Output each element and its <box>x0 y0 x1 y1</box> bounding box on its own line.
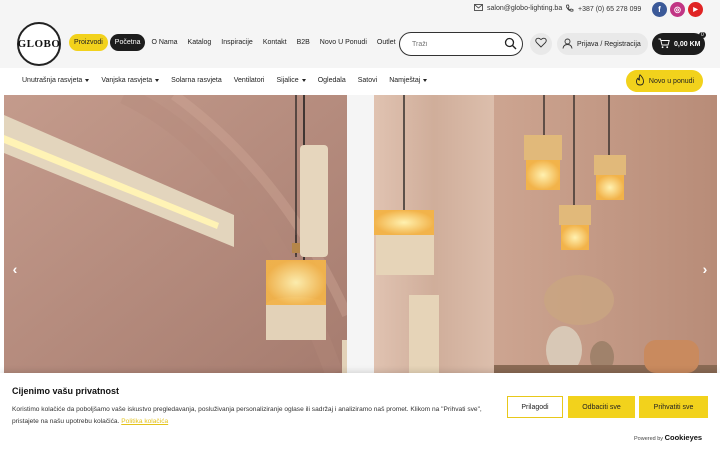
category-unutrasnja-rasvjeta[interactable]: Unutrašnja rasvjeta <box>22 77 90 84</box>
chevron-down-icon <box>301 79 306 82</box>
top-bar: salon@globo-lighting.ba +387 (0) 65 278 … <box>0 0 720 20</box>
search-box <box>399 32 523 56</box>
instagram-icon[interactable]: ◎ <box>670 2 685 17</box>
main-header: GLOBO Proizvodi Početna O Nama Katalog I… <box>0 20 720 68</box>
chevron-down-icon <box>423 79 428 82</box>
search-icon[interactable] <box>504 37 517 55</box>
cookie-consent-banner: Cijenimo vašu privatnost Koristimo kolač… <box>0 373 720 450</box>
nav-item-b2b[interactable]: B2B <box>293 34 314 51</box>
phone-contact[interactable]: +387 (0) 65 278 099 <box>565 4 641 15</box>
category-solarna-rasvjeta[interactable]: Solarna rasvjeta <box>171 77 222 84</box>
phone-icon <box>565 4 574 15</box>
nav-item-proizvodi[interactable]: Proizvodi <box>69 34 108 51</box>
nav-item-pocetna[interactable]: Početna <box>109 34 146 51</box>
cookie-policy-link[interactable]: Politika kolačića <box>121 418 168 425</box>
login-label: Prijava / Registracija <box>577 40 641 48</box>
novo-label: Novo u ponudi <box>648 77 695 85</box>
accept-all-button[interactable]: Prihvatiti sve <box>639 396 708 418</box>
flame-icon <box>635 74 645 88</box>
cart-count-badge: 0 <box>699 32 706 38</box>
email-contact[interactable]: salon@globo-lighting.ba <box>474 4 562 13</box>
category-ogledala[interactable]: Ogledala <box>318 77 346 84</box>
nav-item-outlet[interactable]: Outlet <box>373 34 400 51</box>
category-namjestaj[interactable]: Namještaj <box>389 77 428 84</box>
phone-text: +387 (0) 65 278 099 <box>578 6 642 13</box>
main-nav: Proizvodi Početna O Nama Katalog Inspira… <box>69 34 400 51</box>
category-ventilatori[interactable]: Ventilatori <box>234 77 265 84</box>
category-vanjska-rasvjeta[interactable]: Vanjska rasvjeta <box>101 77 160 84</box>
category-satovi[interactable]: Satovi <box>358 77 377 84</box>
category-sijalice[interactable]: Sijalice <box>277 77 306 84</box>
user-icon <box>562 38 573 51</box>
email-text: salon@globo-lighting.ba <box>487 5 563 12</box>
heart-icon <box>535 35 547 53</box>
cart-icon <box>658 38 670 51</box>
cookieyes-logo: Cookieyes <box>664 433 703 442</box>
hero-banner <box>4 95 717 373</box>
chevron-right-icon[interactable]: › <box>699 261 711 277</box>
nav-item-o-nama[interactable]: O Nama <box>147 34 181 51</box>
category-bar: Unutrašnja rasvjeta Vanjska rasvjeta Sol… <box>0 68 720 95</box>
chevron-down-icon <box>85 79 90 82</box>
login-register-button[interactable]: Prijava / Registracija <box>557 33 648 55</box>
nav-item-kontakt[interactable]: Kontakt <box>259 34 291 51</box>
chevron-down-icon <box>155 79 160 82</box>
globo-logo[interactable]: GLOBO <box>17 22 61 66</box>
logo-text: GLOBO <box>17 38 61 50</box>
cart-button[interactable]: 0,00 KM <box>652 33 705 55</box>
reject-all-button[interactable]: Odbaciti sve <box>568 396 635 418</box>
mail-icon <box>474 4 483 13</box>
novo-u-ponudi-button[interactable]: Novo u ponudi <box>626 70 703 92</box>
customize-button[interactable]: Prilagodi <box>507 396 563 418</box>
category-list: Unutrašnja rasvjeta Vanjska rasvjeta Sol… <box>22 77 428 84</box>
hero-image <box>4 95 717 373</box>
chevron-left-icon[interactable]: ‹ <box>9 261 21 277</box>
youtube-icon[interactable]: ▶ <box>688 2 703 17</box>
cart-total: 0,00 KM <box>674 40 701 48</box>
nav-item-inspiracije[interactable]: Inspiracije <box>217 34 257 51</box>
cookie-title: Cijenimo vašu privatnost <box>12 386 120 396</box>
cookie-text: Koristimo kolačiće da poboljšamo vaše is… <box>12 406 482 425</box>
powered-by: Powered by Cookieyes <box>634 433 703 442</box>
nav-item-katalog[interactable]: Katalog <box>184 34 216 51</box>
nav-item-novo-u-ponudi[interactable]: Novo U Ponudi <box>316 34 371 51</box>
search-input[interactable] <box>412 38 502 50</box>
wishlist-button[interactable] <box>530 33 552 55</box>
facebook-icon[interactable]: f <box>652 2 667 17</box>
